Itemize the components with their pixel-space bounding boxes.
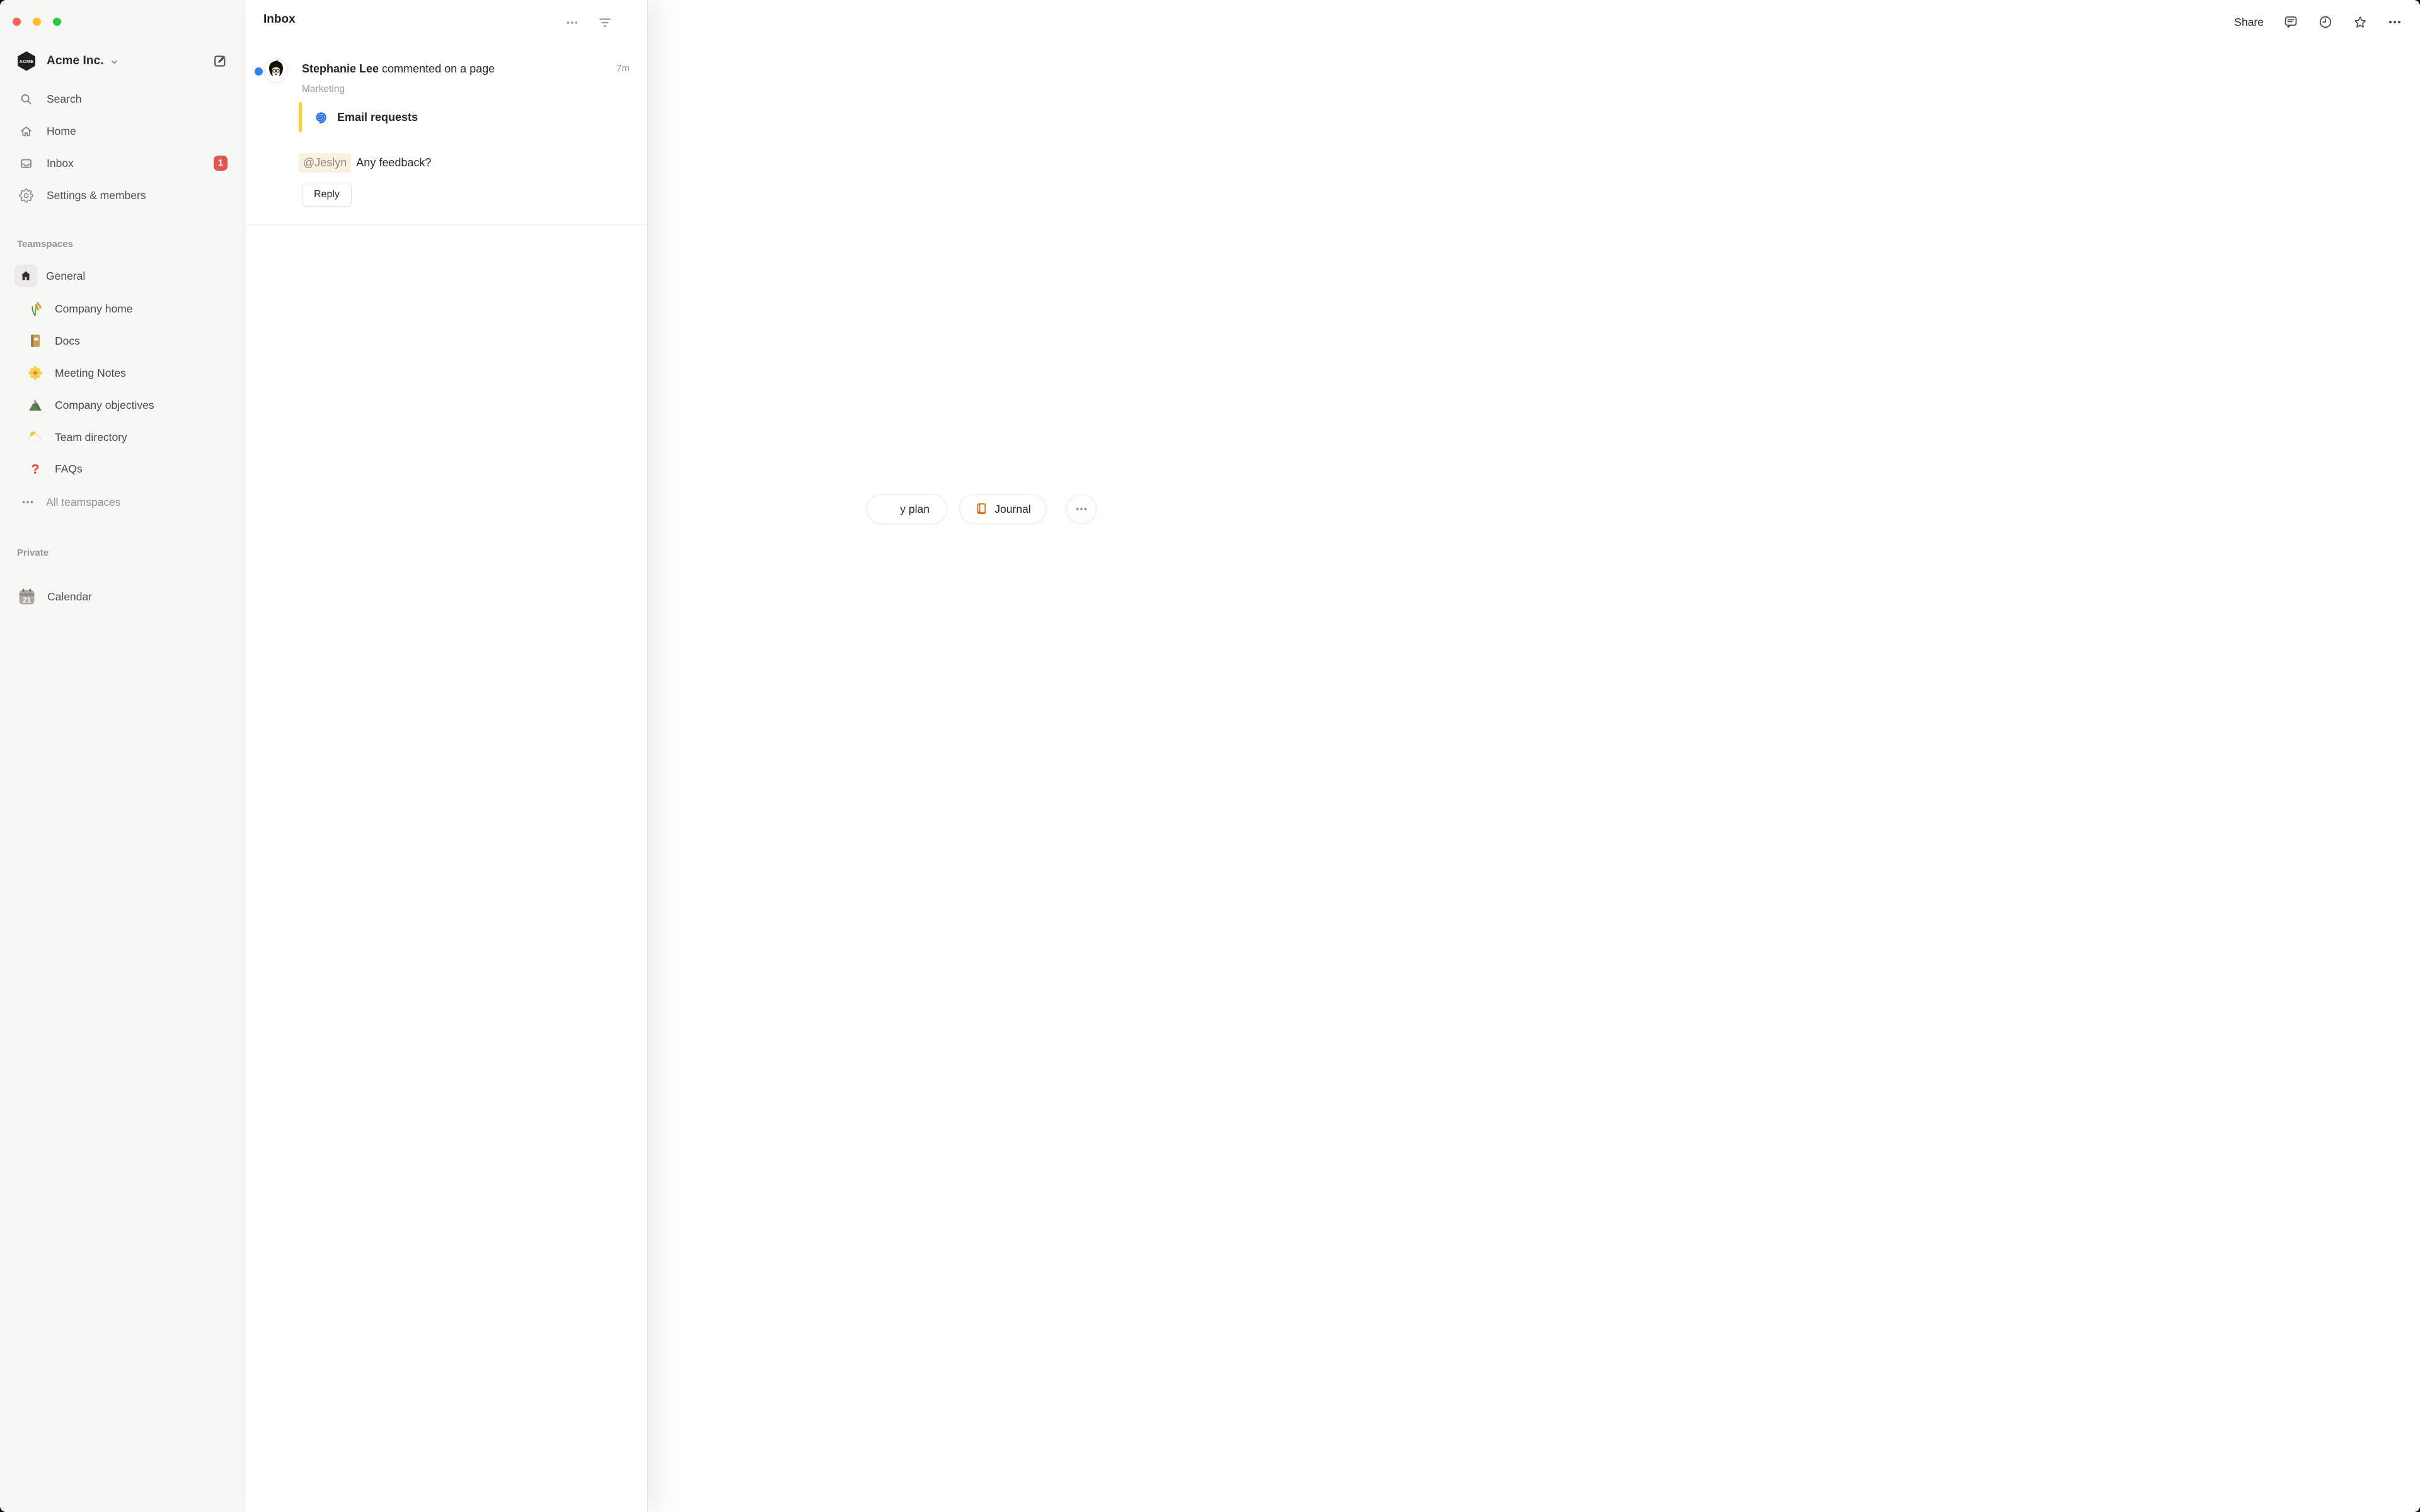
workspace-name: Acme Inc. <box>47 54 104 68</box>
close-button[interactable] <box>13 18 21 26</box>
more-pages-button[interactable] <box>1066 494 1097 524</box>
share-button[interactable]: Share <box>2234 16 2264 29</box>
svg-text:ACME: ACME <box>20 59 34 64</box>
journal-pill-button[interactable]: Journal <box>959 494 1046 524</box>
notification-action: commented on a page <box>382 62 495 75</box>
search-icon <box>18 91 33 106</box>
svg-text:21: 21 <box>23 595 32 604</box>
new-page-icon[interactable] <box>212 52 229 70</box>
sidebar-item-inbox[interactable]: Inbox 1 <box>0 151 246 176</box>
sidebar-item-team-directory[interactable]: Team directory <box>0 425 246 450</box>
workspace-logo: ACME <box>15 50 38 72</box>
page-reference[interactable]: Email requests <box>299 102 418 132</box>
chevron-down-icon <box>110 57 119 67</box>
question-mark-icon: ? <box>26 461 43 478</box>
divider <box>246 224 647 225</box>
sidebar-item-general[interactable]: General <box>0 263 246 289</box>
journal-book-icon <box>974 502 988 516</box>
minimize-button[interactable] <box>33 18 41 26</box>
svg-text:?: ? <box>31 462 39 477</box>
history-clock-icon[interactable] <box>2318 14 2333 30</box>
gear-icon <box>18 188 33 203</box>
notification-context: Marketing <box>302 84 345 95</box>
fullscreen-button[interactable] <box>53 18 61 26</box>
unread-count-badge: 1 <box>214 156 228 171</box>
sidebar-item-home[interactable]: Home <box>0 118 246 144</box>
inbox-icon <box>18 156 33 171</box>
quote-bar <box>299 102 302 132</box>
window-controls <box>13 18 61 26</box>
notebook-icon <box>26 333 43 350</box>
sidebar-item-all-teamspaces[interactable]: All teamspaces <box>0 490 246 515</box>
cyclone-icon <box>313 110 329 125</box>
reply-button[interactable]: Reply <box>302 183 352 207</box>
sheaf-of-rice-icon <box>26 301 43 318</box>
house-tile-icon <box>14 265 37 287</box>
blossom-icon <box>26 365 43 382</box>
app-window: ACME Acme Inc. Search <box>0 0 2420 1512</box>
mountain-icon <box>26 397 43 414</box>
notification-title: Stephanie Leecommented on a page <box>302 60 587 77</box>
sidebar-item-search[interactable]: Search <box>0 86 246 112</box>
inbox-filter-icon[interactable] <box>598 15 613 30</box>
notification-timestamp: 7m <box>616 63 630 74</box>
ellipsis-icon <box>21 495 35 509</box>
inbox-more-icon[interactable] <box>565 15 580 30</box>
teamspaces-section-header: Teamspaces <box>17 239 73 249</box>
sidebar: ACME Acme Inc. Search <box>0 0 246 1512</box>
avatar <box>263 58 289 83</box>
more-icon[interactable] <box>2387 14 2402 30</box>
author-name: Stephanie Lee <box>302 62 379 75</box>
page-toolbar: Share <box>2234 0 2420 44</box>
plan-pill-button[interactable]: y plan <box>867 494 947 524</box>
comment-text: Any feedback? <box>356 156 431 169</box>
workspace-switcher[interactable]: ACME Acme Inc. <box>0 49 246 74</box>
sidebar-item-company-objectives[interactable]: Company objectives <box>0 392 246 418</box>
calendar-icon: 21 <box>17 587 37 607</box>
page-title: Email requests <box>337 111 418 124</box>
comment-body: @Jeslyn Any feedback? <box>299 153 431 173</box>
comment-icon[interactable] <box>2283 14 2298 30</box>
home-icon <box>18 123 33 139</box>
ellipsis-icon <box>1075 502 1088 516</box>
sun-behind-cloud-icon <box>26 429 43 446</box>
inbox-panel: Inbox <box>246 0 648 1512</box>
private-section-header: Private <box>17 547 49 558</box>
sidebar-item-calendar[interactable]: 21 Calendar <box>0 584 246 609</box>
sidebar-item-faqs[interactable]: ? FAQs <box>0 456 246 481</box>
star-icon[interactable] <box>2353 14 2368 30</box>
sidebar-item-settings[interactable]: Settings & members <box>0 183 246 208</box>
sidebar-item-meeting-notes[interactable]: Meeting Notes <box>0 360 246 386</box>
unread-dot <box>255 67 263 76</box>
mention-chip[interactable]: @Jeslyn <box>299 153 351 173</box>
sidebar-item-company-home[interactable]: Company home <box>0 296 246 321</box>
inbox-panel-title: Inbox <box>263 13 296 26</box>
sidebar-item-docs[interactable]: Docs <box>0 328 246 353</box>
